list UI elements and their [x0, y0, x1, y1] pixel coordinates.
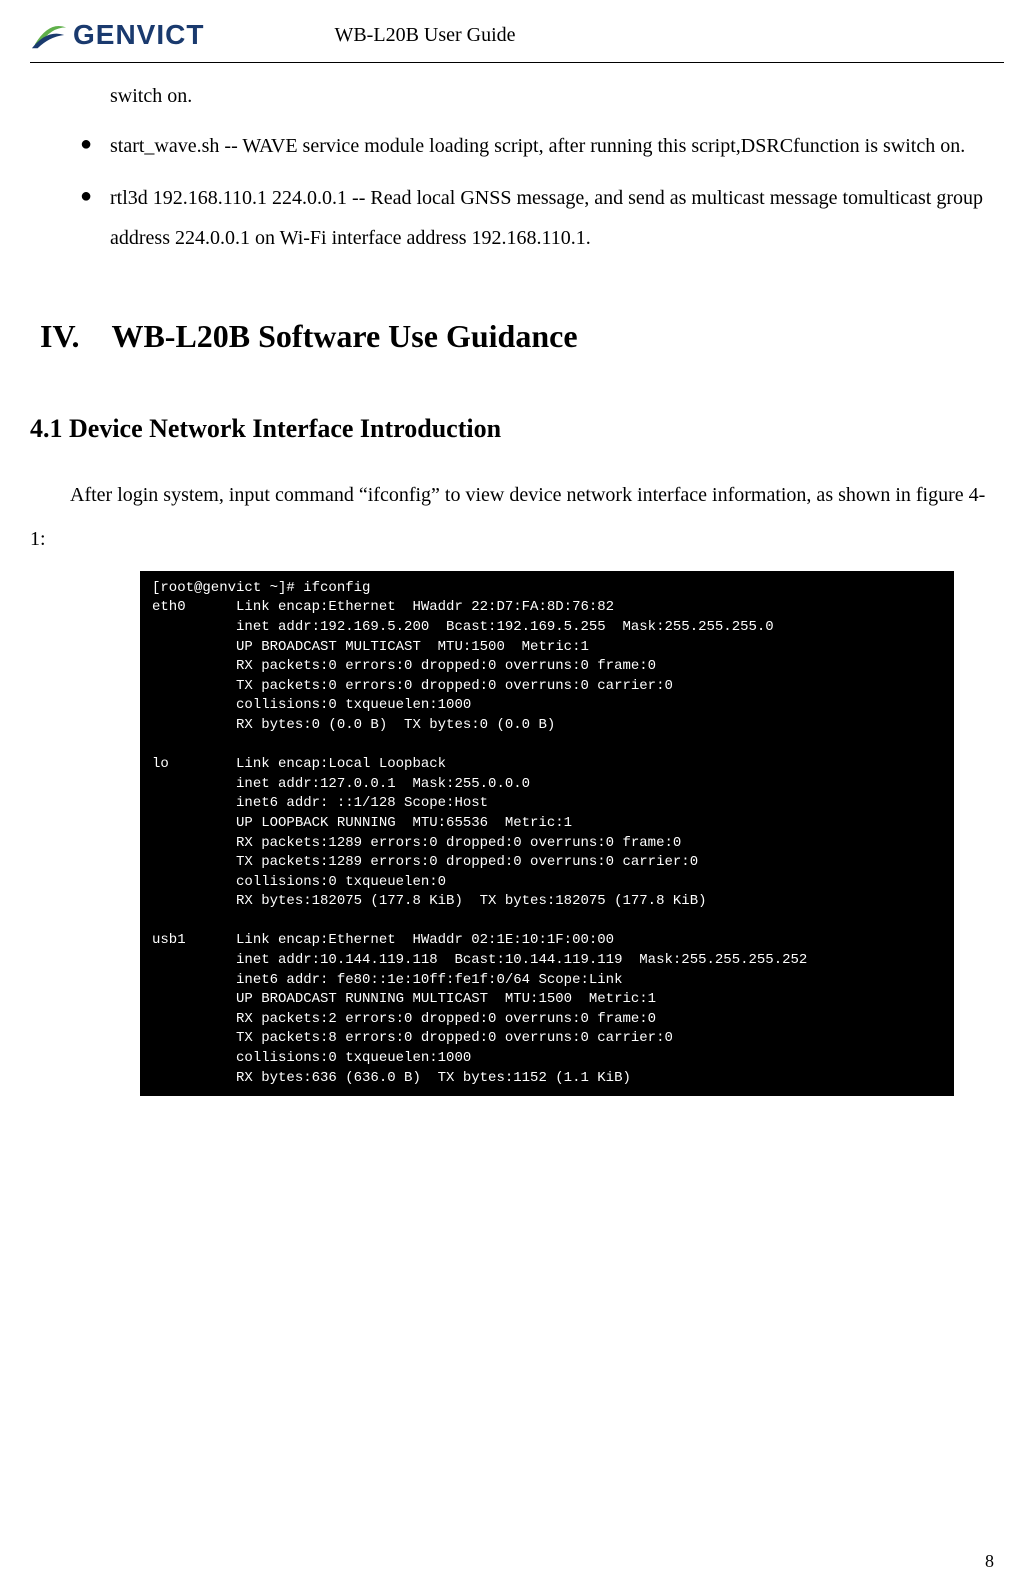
subsection-heading: 4.1 Device Network Interface Introductio…: [30, 406, 994, 453]
logo-text: GENVICT: [73, 10, 204, 60]
list-item-text: start_wave.sh -- WAVE service module loa…: [110, 126, 994, 166]
paragraph: After login system, input command “ifcon…: [30, 473, 994, 561]
list-item: ● rtl3d 192.168.110.1 224.0.0.1 -- Read …: [80, 178, 994, 258]
page-header: GENVICT WB-L20B User Guide: [30, 10, 1004, 63]
list-item-text: rtl3d 192.168.110.1 224.0.0.1 -- Read lo…: [110, 178, 994, 258]
logo-swoosh-icon: [30, 16, 68, 54]
bullet-icon: ●: [80, 178, 110, 258]
page-content: switch on. ● start_wave.sh -- WAVE servi…: [30, 78, 1004, 1096]
orphan-text: switch on.: [110, 78, 994, 114]
page-number: 8: [985, 1545, 994, 1577]
bullet-icon: ●: [80, 126, 110, 166]
logo: GENVICT: [30, 10, 204, 60]
section-heading: IV. WB-L20B Software Use Guidance: [40, 308, 994, 366]
list-item: ● start_wave.sh -- WAVE service module l…: [80, 126, 994, 166]
doc-title: WB-L20B User Guide: [334, 17, 515, 53]
terminal-output: [root@genvict ~]# ifconfig eth0 Link enc…: [140, 571, 954, 1096]
